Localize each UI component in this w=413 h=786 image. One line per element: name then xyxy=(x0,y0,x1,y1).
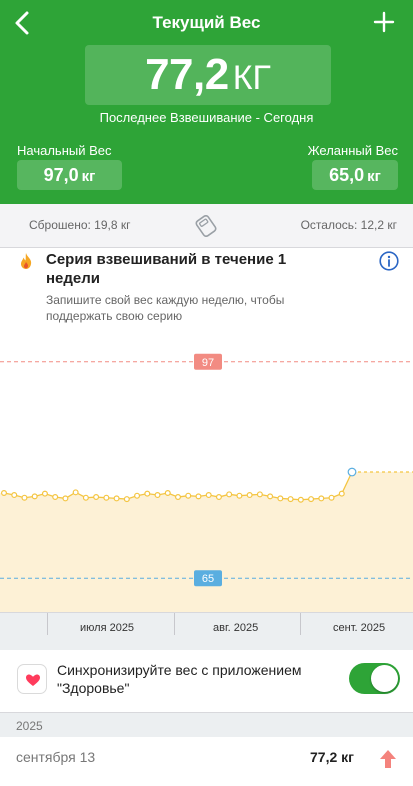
entry-weight: 77,2 кг xyxy=(310,749,354,765)
chart-point xyxy=(256,491,263,498)
x-tick-label: июля 2025 xyxy=(80,622,135,634)
chart-point xyxy=(62,495,69,502)
goal-weight-box[interactable]: 65,0 кг xyxy=(312,160,398,190)
health-app-icon xyxy=(17,664,47,694)
chart-point xyxy=(21,494,28,501)
x-axis-separator xyxy=(47,613,48,635)
page-title: Текущий Вес xyxy=(152,13,261,32)
streak-card: Серия взвешиваний в течение 1 недели Зап… xyxy=(0,248,413,328)
info-icon[interactable] xyxy=(379,251,399,271)
current-weight-value: 77,2 xyxy=(145,50,229,99)
entry-date: сентября 13 xyxy=(16,749,96,765)
weight-chart[interactable]: 97 65 xyxy=(0,328,413,612)
chart-point xyxy=(338,490,345,497)
scale-icon[interactable] xyxy=(194,214,218,238)
chart-point xyxy=(175,494,182,501)
chart-point xyxy=(246,492,253,499)
chart-point xyxy=(205,492,212,499)
x-axis-separator xyxy=(174,613,175,635)
chart-point xyxy=(267,493,274,500)
history-entry[interactable]: сентября 13 77,2 кг xyxy=(0,737,413,786)
chart-point xyxy=(72,489,79,496)
chart-point xyxy=(82,494,89,501)
health-sync-row: Синхронизируйте вес с приложением "Здоро… xyxy=(0,650,413,712)
chart-point xyxy=(277,495,284,502)
goal-weight-value: 65,0 xyxy=(329,165,365,185)
chart-point xyxy=(347,467,357,477)
chart-point xyxy=(318,495,325,502)
flame-icon xyxy=(21,253,32,269)
streak-description: Запишите свой вес каждую неделю, чтобы п… xyxy=(46,293,285,323)
start-weight-box[interactable]: 97,0 кг xyxy=(17,160,122,190)
goal-weight-label: Желанный Вес xyxy=(307,143,398,158)
chart-point xyxy=(52,494,59,501)
chart-point xyxy=(11,492,18,499)
stats-row: Сброшено: 19,8 кг Осталось: 12,2 кг xyxy=(0,204,413,248)
plus-icon[interactable] xyxy=(373,11,395,33)
streak-title: Серия взвешиваний в течение 1 недели xyxy=(46,251,287,287)
health-sync-label: Синхронизируйте вес с приложением "Здоро… xyxy=(57,662,302,696)
chart-point xyxy=(308,496,315,503)
section-spacer xyxy=(0,642,413,650)
start-weight-reference-label: 97 xyxy=(202,357,214,369)
chart-point xyxy=(164,489,171,496)
chart-point xyxy=(113,495,120,502)
history-year: 2025 xyxy=(16,719,43,733)
start-weight-value: 97,0 xyxy=(43,165,79,185)
lost-weight: Сброшено: 19,8 кг xyxy=(29,218,131,232)
x-axis-separator xyxy=(300,613,301,635)
chart-x-axis: июля 2025 авг. 2025 сент. 2025 xyxy=(0,612,413,642)
chart-point xyxy=(195,493,202,500)
chart-point xyxy=(103,494,110,501)
chart-point xyxy=(41,490,48,497)
chart-point xyxy=(287,496,294,503)
health-sync-toggle[interactable] xyxy=(349,663,400,694)
x-tick-label: сент. 2025 xyxy=(333,622,386,634)
start-weight-label: Начальный Вес xyxy=(17,143,112,158)
chart-point xyxy=(236,492,243,499)
chart-point xyxy=(297,496,304,503)
current-weight-box: 77,2 КГ xyxy=(85,45,331,105)
goal-weight-unit: кг xyxy=(367,168,381,185)
x-tick-label: авг. 2025 xyxy=(213,622,259,634)
chart-point xyxy=(144,490,151,497)
arrow-up-icon xyxy=(380,750,396,768)
chart-point xyxy=(185,492,192,499)
header: Текущий Вес 77,2 КГ Последнее Взвешивание… xyxy=(0,0,413,204)
start-weight-unit: кг xyxy=(81,168,96,185)
remaining-weight: Осталось: 12,2 кг xyxy=(300,218,397,232)
chart-point xyxy=(31,493,38,500)
chart-point xyxy=(328,494,335,501)
toggle-knob xyxy=(371,665,398,692)
chart-point xyxy=(93,494,100,501)
chart-point xyxy=(134,492,141,499)
history-year-header: 2025 xyxy=(0,712,413,737)
chart-point xyxy=(226,491,233,498)
goal-weight-reference-label: 65 xyxy=(202,573,214,585)
chart-point xyxy=(123,496,130,503)
chart-point xyxy=(0,489,8,496)
last-weigh-in-label: Последнее Взвешивание - Сегодня xyxy=(99,110,314,125)
chart-point xyxy=(154,492,161,499)
current-weight-unit: КГ xyxy=(232,59,271,97)
heart-icon xyxy=(26,674,40,686)
chart-point xyxy=(215,494,222,501)
